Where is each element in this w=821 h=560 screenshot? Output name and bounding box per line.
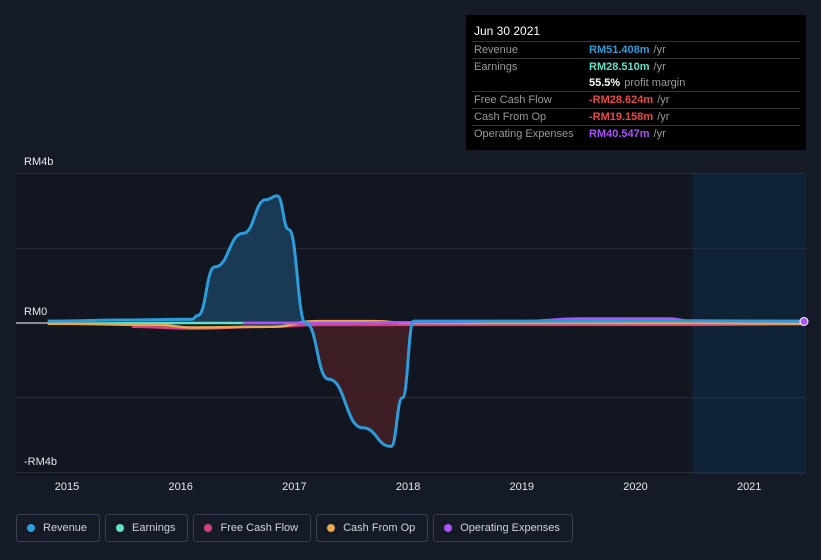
legend-dot-icon [444,524,453,532]
tooltip-label: Earnings [474,61,518,73]
legend-dot-icon [116,524,125,532]
legend-item-free-cash-flow[interactable]: Free Cash Flow [193,514,312,542]
y-tick-label: -RM4b [24,456,58,468]
tooltip-label: Cash From Op [474,111,547,123]
tooltip-row: Revenue RM51.408m/yr [472,41,800,58]
tooltip-label: Revenue [474,44,519,56]
series-end-marker [799,317,809,327]
legend-item-cash-from-op[interactable]: Cash From Op [316,514,429,542]
x-tick-label: 2015 [54,481,80,493]
x-tick-label: 2019 [509,481,535,493]
legend-item-revenue[interactable]: Revenue [16,514,101,542]
x-tick-label: 2018 [395,481,421,493]
tooltip-value: 55.5% [589,77,621,89]
tooltip-value: RM51.408m [589,44,650,56]
chart-container: RM4b RM0 -RM4b 2015 2016 2017 2018 2019 2020 2… [0,0,821,560]
legend-item-operating-expenses[interactable]: Operating Expenses [433,514,573,542]
tooltip-unit: /yr [653,61,666,73]
legend-item-earnings[interactable]: Earnings [105,514,189,542]
legend-dot-icon [27,524,35,532]
x-tick-label: 2017 [282,481,307,493]
tooltip-unit: /yr [657,111,670,123]
tooltip-value: RM40.547m [589,128,650,140]
tooltip-unit: /yr [653,44,666,56]
tooltip-unit: profit margin [624,77,686,89]
tooltip-date: Jun 30 2021 [474,24,541,38]
tooltip-row: Free Cash Flow -RM28.624m/yr [472,91,800,108]
x-tick-label: 2020 [623,481,648,493]
tooltip-unit: /yr [657,94,670,106]
legend-dot-icon [204,524,213,532]
x-tick-label: 2021 [736,481,762,493]
y-tick-label: RM4b [24,156,54,168]
legend-label: Operating Expenses [460,522,560,534]
tooltip-unit: /yr [653,128,666,140]
tooltip-row: Operating Expenses RM40.547m/yr [472,125,800,142]
tooltip-value: RM28.510m [589,61,650,73]
legend-label: Revenue [43,522,88,534]
tooltip-value: -RM19.158m [589,111,654,123]
legend-label: Earnings [132,522,176,534]
tooltip-row: Earnings RM28.510m/yr [472,58,800,75]
y-tick-label: RM0 [24,306,48,318]
tooltip: Jun 30 2021 Revenue RM51.408m/yr Earnings R… [466,15,806,150]
tooltip-row: Cash From Op -RM19.158m/yr [472,108,800,125]
legend-label: Cash From Op [343,522,416,534]
tooltip-row: 55.5% profit margin [472,75,800,91]
legend-label: Free Cash Flow [220,522,299,534]
x-tick-label: 2016 [168,481,193,493]
tooltip-label: Operating Expenses [474,128,574,140]
legend-dot-icon [327,524,336,532]
tooltip-value: -RM28.624m [589,94,654,106]
legend: Revenue Earnings Free Cash Flow Cash From O… [16,514,573,542]
tooltip-label: Free Cash Flow [474,94,552,106]
